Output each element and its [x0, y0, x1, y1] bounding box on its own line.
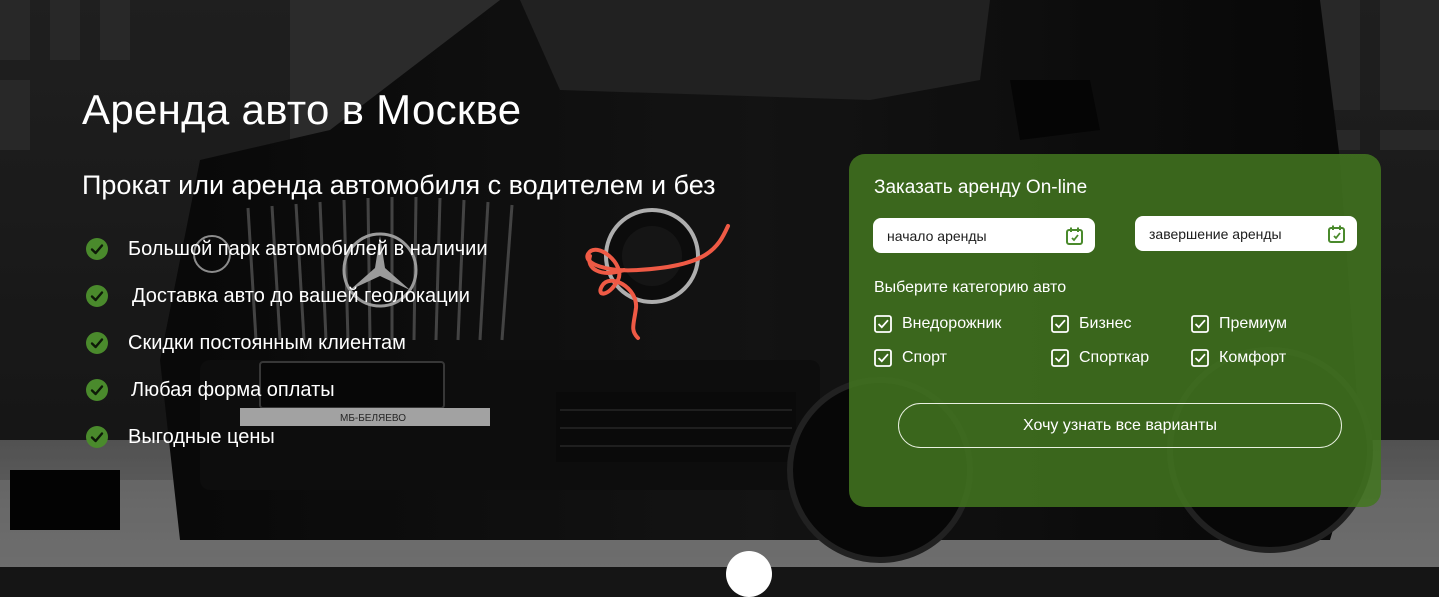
category-text: Спорт [902, 349, 947, 366]
feature-item: Любая форма оплаты [86, 375, 335, 405]
green-check-circle-icon [86, 379, 108, 401]
feature-text: Любая форма оплаты [131, 378, 335, 401]
checkbox-checked-icon[interactable] [1051, 315, 1069, 333]
category-checkbox-comfort[interactable]: Комфорт [1191, 347, 1286, 369]
checkbox-checked-icon[interactable] [1191, 349, 1209, 367]
feature-item: Доставка авто до вашей геолокации [86, 281, 470, 311]
category-checkbox-sportscar[interactable]: Спорткар [1051, 347, 1149, 369]
checkbox-checked-icon[interactable] [1051, 349, 1069, 367]
green-check-circle-icon [86, 285, 108, 307]
page-title: Аренда авто в Москве [82, 86, 522, 133]
category-checkbox-sport[interactable]: Спорт [874, 347, 947, 369]
feature-text: Доставка авто до вашей геолокации [132, 284, 470, 307]
rental-end-date-input[interactable]: завершение аренды [1135, 216, 1357, 251]
calendar-icon[interactable] [1065, 226, 1085, 246]
feature-text: Большой парк автомобилей в наличии [128, 237, 488, 260]
checkbox-checked-icon[interactable] [874, 315, 892, 333]
checkbox-checked-icon[interactable] [1191, 315, 1209, 333]
decorative-scribble [585, 224, 730, 340]
category-text: Комфорт [1219, 349, 1287, 366]
rental-start-label: начало аренды [887, 227, 987, 244]
booking-panel: Заказать аренду On-line начало аренды за… [849, 154, 1381, 507]
feature-item: Выгодные цены [86, 422, 275, 452]
category-text: Бизнес [1079, 315, 1132, 332]
green-check-circle-icon [86, 426, 108, 448]
page-subtitle: Прокат или аренда автомобиля с водителем… [82, 170, 716, 200]
category-label: Выберите категорию авто [874, 279, 1067, 296]
category-checkbox-suv[interactable]: Внедорожник [874, 313, 1001, 335]
green-check-circle-icon [86, 332, 108, 354]
calendar-icon[interactable] [1327, 224, 1347, 244]
category-text: Спорткар [1079, 349, 1150, 366]
rental-end-label: завершение аренды [1149, 225, 1282, 242]
category-checkbox-premium[interactable]: Премиум [1191, 313, 1287, 335]
category-checkbox-business[interactable]: Бизнес [1051, 313, 1132, 335]
booking-title: Заказать аренду On-line [874, 177, 1088, 198]
checkbox-checked-icon[interactable] [874, 349, 892, 367]
feature-item: Скидки постоянным клиентам [86, 328, 406, 358]
category-text: Премиум [1219, 315, 1288, 332]
rental-start-date-input[interactable]: начало аренды [873, 218, 1095, 253]
green-check-circle-icon [86, 238, 108, 260]
feature-text: Скидки постоянным клиентам [128, 331, 406, 354]
feature-item: Большой парк автомобилей в наличии [86, 234, 488, 264]
category-text: Внедорожник [902, 315, 1002, 332]
see-all-options-button[interactable]: Хочу узнать все варианты [898, 403, 1342, 448]
feature-text: Выгодные цены [128, 425, 275, 448]
scroll-indicator-dot[interactable] [726, 551, 772, 597]
